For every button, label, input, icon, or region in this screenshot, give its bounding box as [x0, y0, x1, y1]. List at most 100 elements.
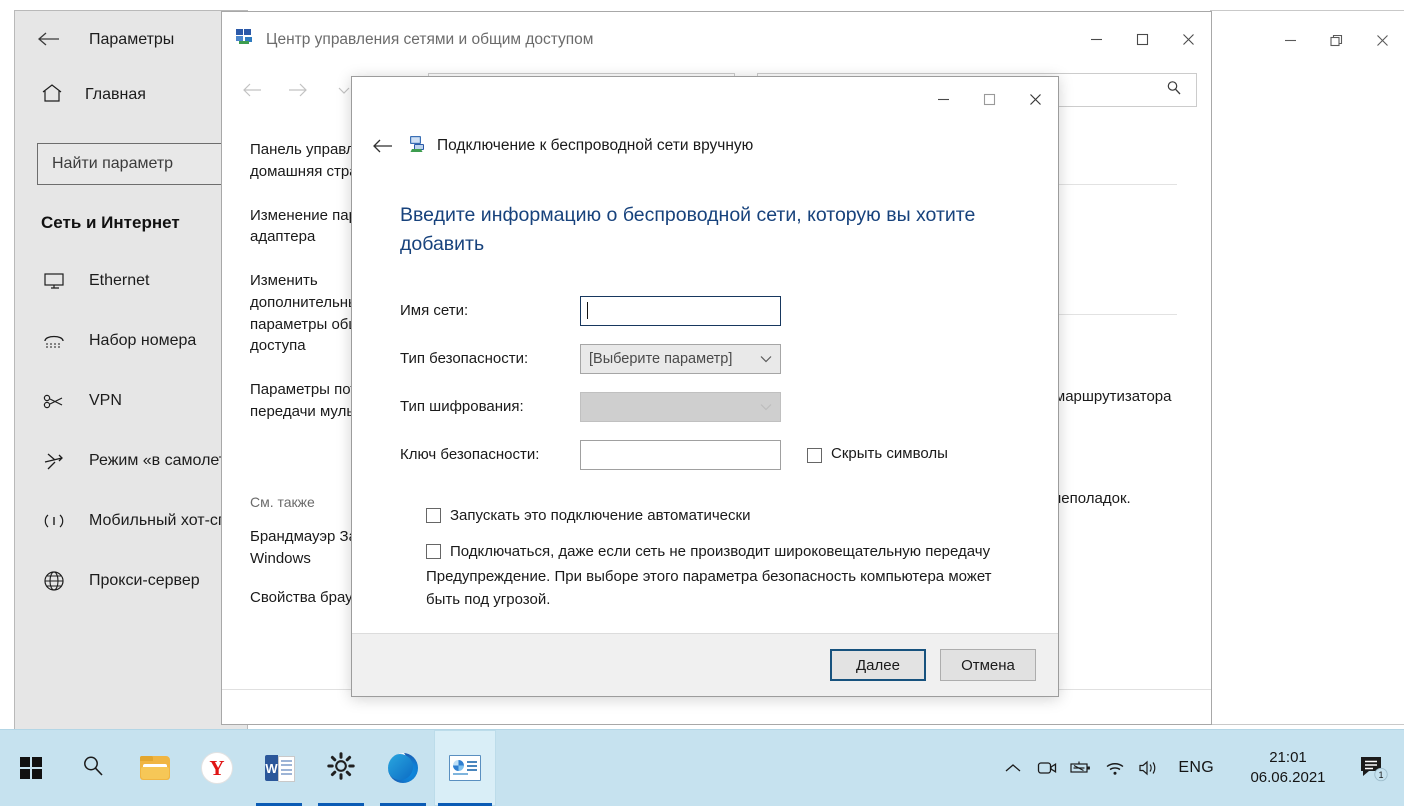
security-warning-text: Предупреждение. При выборе этого парамет… — [426, 568, 992, 608]
cancel-button[interactable]: Отмена — [940, 649, 1036, 681]
auto-start-checkbox[interactable] — [426, 507, 441, 523]
dialog-titlebar — [352, 77, 1058, 121]
close-button[interactable] — [1012, 77, 1058, 122]
network-center-icon — [449, 755, 481, 781]
ethernet-icon — [41, 271, 67, 291]
background-window-right[interactable] — [1210, 10, 1404, 725]
windows-logo-icon — [20, 757, 42, 779]
dialog-heading: Введите информацию о беспроводной сети, … — [400, 204, 976, 256]
airplane-icon — [41, 450, 67, 472]
security-type-label: Тип безопасности: — [400, 350, 529, 367]
language-indicator[interactable]: ENG — [1166, 759, 1226, 777]
auto-start-label: Запускать это подключение автоматически — [450, 506, 751, 524]
sidebar-item-home[interactable]: Главная — [15, 69, 247, 121]
globe-icon — [41, 570, 67, 592]
camera-icon[interactable] — [1030, 730, 1064, 806]
wifi-icon[interactable] — [1098, 730, 1132, 806]
search-icon — [81, 754, 105, 783]
field-row-security-type: Тип безопасности: [Выберите параметр] — [400, 343, 1010, 374]
sidebar-item-airplane-mode[interactable]: Режим «в самолете» — [15, 431, 247, 491]
yandex-browser-button[interactable]: Y — [186, 730, 248, 806]
network-window-title: Центр управления сетями и общим доступом — [266, 30, 594, 48]
battery-icon[interactable] — [1064, 730, 1098, 806]
encryption-type-select — [580, 391, 781, 422]
word-letter: W — [265, 755, 278, 781]
connect-hidden-checkbox-row[interactable]: Подключаться, даже если сеть не производ… — [426, 542, 1010, 562]
taskbar: Y W ENG 21:01 06.06.2021 1 — [0, 729, 1404, 806]
auto-start-checkbox-row[interactable]: Запускать это подключение автоматически — [426, 506, 1010, 526]
encryption-type-label: Тип шифрования: — [400, 398, 524, 415]
settings-window: Параметры Главная Найти параметр Сеть и … — [14, 10, 248, 732]
search-input[interactable]: Найти параметр — [37, 143, 247, 185]
back-arrow-icon[interactable] — [366, 129, 400, 163]
settings-titlebar: Параметры — [15, 11, 247, 69]
edge-icon — [388, 753, 418, 783]
sidebar-item-label: Прокси-сервер — [89, 572, 200, 589]
clock-time: 21:01 — [1269, 748, 1307, 766]
system-tray: ENG 21:01 06.06.2021 1 — [996, 730, 1404, 806]
text-caret — [587, 302, 588, 319]
search-input-value: Найти параметр — [52, 155, 174, 172]
action-center-button[interactable]: 1 — [1350, 730, 1398, 806]
clock[interactable]: 21:01 06.06.2021 — [1226, 748, 1350, 789]
security-key-label: Ключ безопасности: — [400, 446, 540, 463]
hide-characters-checkbox[interactable] — [807, 448, 822, 463]
word-button[interactable]: W — [248, 730, 310, 806]
chevron-down-icon — [760, 352, 772, 366]
dialog-header: Подключение к беспроводной сети вручную — [352, 121, 1058, 167]
maximize-button[interactable] — [1119, 17, 1165, 63]
file-explorer-button[interactable] — [124, 730, 186, 806]
taskbar-buttons: Y W — [0, 730, 496, 806]
clock-date: 06.06.2021 — [1250, 769, 1326, 786]
search-button[interactable] — [62, 730, 124, 806]
network-center-button[interactable] — [434, 730, 496, 806]
word-icon: W — [265, 755, 295, 782]
minimize-button[interactable] — [920, 77, 966, 122]
window-controls — [1211, 11, 1404, 63]
connect-hidden-checkbox[interactable] — [426, 543, 441, 559]
sidebar-item-proxy[interactable]: Прокси-сервер — [15, 551, 247, 611]
restore-button[interactable] — [1313, 17, 1359, 63]
hide-characters-checkbox-row[interactable]: Скрыть символы — [807, 444, 948, 464]
minimize-button[interactable] — [1267, 17, 1313, 63]
security-type-select[interactable]: [Выберите параметр] — [580, 343, 781, 374]
dialog-footer: Далее Отмена — [352, 633, 1058, 696]
sidebar-item-label: Главная — [85, 86, 146, 103]
sidebar-section-title: Сеть и Интернет — [41, 213, 180, 232]
start-button[interactable] — [0, 730, 62, 806]
sidebar-item-dialup[interactable]: Набор номера — [15, 311, 247, 371]
sidebar-item-mobile-hotspot[interactable]: Мобильный хот-спот — [15, 491, 247, 551]
sidebar-item-vpn[interactable]: VPN — [15, 371, 247, 431]
search-icon — [1166, 80, 1182, 101]
manual-wireless-connection-dialog[interactable]: Подключение к беспроводной сети вручную … — [351, 76, 1059, 697]
nav-back-button[interactable] — [236, 74, 268, 106]
sidebar-item-label: Мобильный хот-спот — [89, 512, 243, 529]
sidebar-list: Ethernet Набор номера VPN Режим «в самол… — [15, 251, 247, 611]
window-controls — [1073, 17, 1211, 63]
next-button[interactable]: Далее — [830, 649, 926, 681]
chevron-down-icon — [760, 400, 772, 414]
nav-forward-button[interactable] — [282, 74, 314, 106]
close-button[interactable] — [1359, 17, 1404, 63]
volume-icon[interactable] — [1132, 730, 1166, 806]
security-type-value: [Выберите параметр] — [589, 350, 733, 367]
svg-text:1: 1 — [1378, 770, 1383, 780]
yandex-icon: Y — [201, 752, 233, 784]
sidebar-item-ethernet[interactable]: Ethernet — [15, 251, 247, 311]
edge-button[interactable] — [372, 730, 434, 806]
maximize-button[interactable] — [966, 77, 1012, 122]
security-key-input[interactable] — [580, 439, 781, 470]
hide-characters-label: Скрыть символы — [831, 445, 948, 463]
sidebar-item-label: Набор номера — [89, 332, 197, 349]
folder-icon — [140, 756, 170, 780]
screen: Параметры Главная Найти параметр Сеть и … — [0, 0, 1404, 806]
back-arrow-icon[interactable] — [37, 27, 67, 53]
network-name-input[interactable] — [580, 295, 781, 326]
show-hidden-icons-button[interactable] — [996, 730, 1030, 806]
settings-button[interactable] — [310, 730, 372, 806]
close-button[interactable] — [1165, 17, 1211, 63]
minimize-button[interactable] — [1073, 17, 1119, 63]
dialog-title: Подключение к беспроводной сети вручную — [437, 137, 754, 154]
wireless-connection-icon — [408, 135, 427, 158]
hotspot-icon — [41, 511, 67, 531]
